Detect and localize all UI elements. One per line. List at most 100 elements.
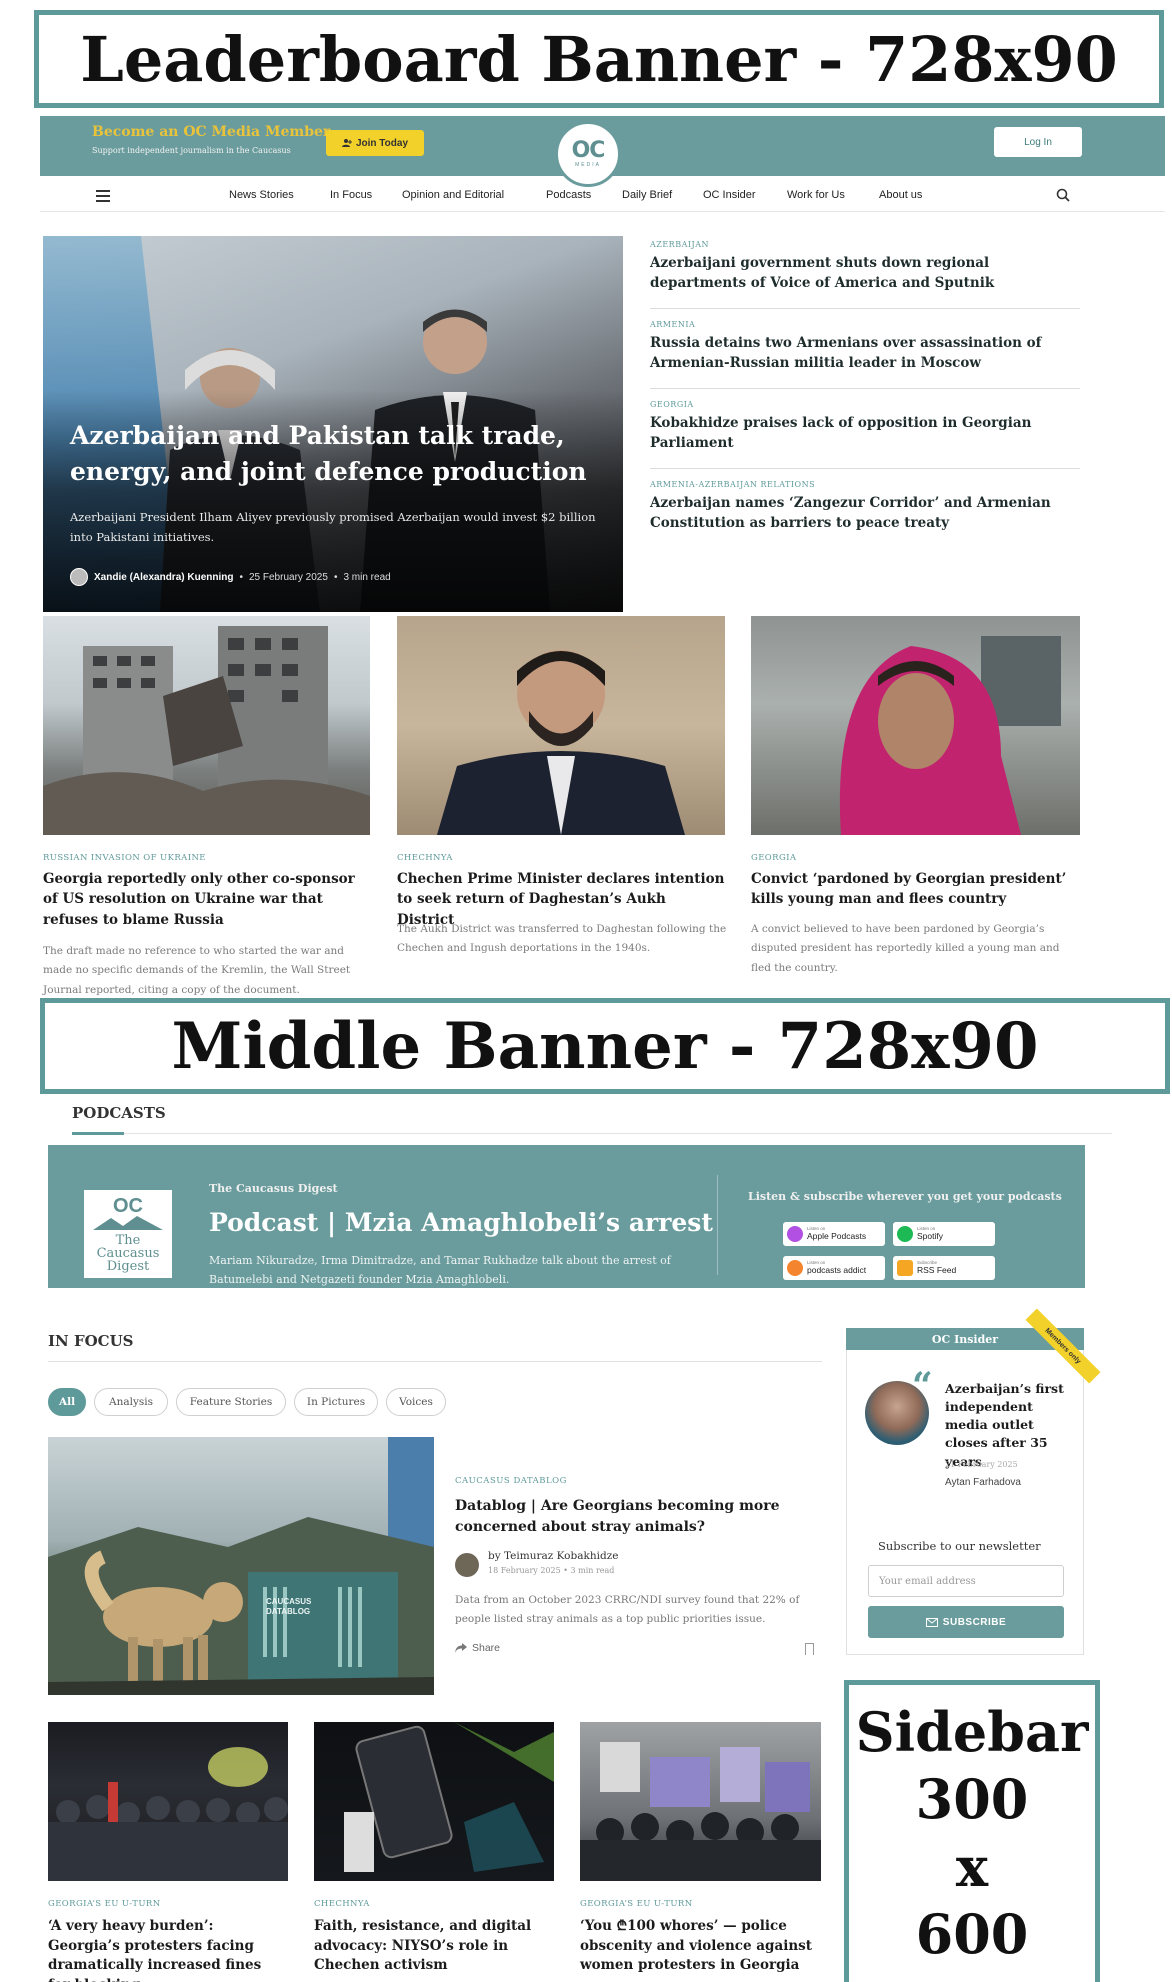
hamburger-menu-icon[interactable] <box>96 190 110 202</box>
crowd-graphic <box>48 1747 288 1881</box>
thumb-image-chechen-pm[interactable] <box>397 616 725 835</box>
search-icon[interactable] <box>1056 188 1070 202</box>
nav-news-stories[interactable]: News Stories <box>229 189 294 201</box>
share-label: Share <box>472 1642 501 1654</box>
in-focus-heading[interactable]: IN FOCUS <box>48 1332 134 1350</box>
bottom-title[interactable]: Faith, resistance, and digital advocacy:… <box>314 1917 552 1976</box>
filter-chip-feature-stories[interactable]: Feature Stories <box>176 1388 286 1416</box>
hero-excerpt: Azerbaijani President Ilham Aliyev previ… <box>70 510 596 545</box>
podcast-description: Mariam Nikuradze, Irma Dimitradze, and T… <box>209 1254 671 1286</box>
insider-article-title[interactable]: Azerbaijan’s first independent media out… <box>945 1380 1075 1471</box>
featured-date: 18 February 2025 <box>488 1566 561 1575</box>
hero-author[interactable]: Xandie (Alexandra) Kuenning <box>94 572 233 583</box>
portrait-graphic <box>839 636 1061 835</box>
filter-chip-all[interactable]: All <box>48 1388 86 1416</box>
featured-title[interactable]: Datablog | Are Georgians becoming more c… <box>455 1496 795 1538</box>
divider <box>650 468 1080 469</box>
insider-date: 21 February 2025 <box>945 1460 1018 1469</box>
login-button[interactable]: Log In <box>994 127 1082 157</box>
cover-show-name: The Caucasus Digest <box>96 1233 160 1274</box>
meta-separator: • <box>239 571 243 583</box>
featured-tag[interactable]: CAUCASUS DATABLOG <box>455 1476 567 1486</box>
spotify-icon <box>897 1226 913 1242</box>
share-icon <box>455 1643 467 1653</box>
image-caption: CAUCASUS DATABLOG <box>266 1597 312 1616</box>
hero-read-time: 3 min read <box>343 571 391 583</box>
thumb-image-bombed-building[interactable] <box>43 616 370 835</box>
side-item-tag[interactable]: ARMENIA <box>650 320 695 329</box>
badge-label: Apple Podcasts <box>807 1230 867 1241</box>
bottom-tag[interactable]: CHECHNYA <box>314 1899 370 1909</box>
leaderboard-ad-placeholder: Leaderboard Banner - 728x90 <box>34 10 1164 108</box>
badge-label: RSS Feed <box>917 1264 957 1275</box>
nav-opinion-editorial[interactable]: Opinion and Editorial <box>402 189 504 201</box>
nav-about-us[interactable]: About us <box>879 189 922 201</box>
bottom-title[interactable]: ‘A very heavy burden’: Georgia’s protest… <box>48 1917 286 1982</box>
podcast-show-name[interactable]: The Caucasus Digest <box>209 1182 338 1195</box>
cover-logo-text: OC <box>113 1195 143 1217</box>
podcast-episode-title[interactable]: Podcast | Mzia Amaghlobeli’s arrest <box>209 1208 713 1237</box>
bottom-image-protesters[interactable] <box>48 1722 288 1881</box>
podcast-listen-text: Listen & subscribe wherever you get your… <box>748 1190 1062 1203</box>
share-button[interactable]: Share <box>455 1642 500 1654</box>
thumb-tag[interactable]: GEORGIA <box>751 853 796 863</box>
featured-author[interactable]: by Teimuraz Kobakhidze <box>488 1550 618 1562</box>
podcasts-heading[interactable]: PODCASTS <box>72 1104 166 1122</box>
divider <box>717 1175 718 1275</box>
side-item-title[interactable]: Azerbaijan names ‘Zangezur Corridor’ and… <box>650 493 1070 534</box>
thumb-tag[interactable]: RUSSIAN INVASION OF UKRAINE <box>43 853 206 863</box>
member-subtitle: Support independent journalism in the Ca… <box>92 146 291 155</box>
bottom-title[interactable]: ‘You ₾100 whores’ — police obscenity and… <box>580 1917 818 1976</box>
podcast-addict-badge[interactable]: Listen on podcasts addict <box>783 1256 885 1280</box>
bookmark-icon[interactable] <box>805 1643 814 1655</box>
bottom-tag[interactable]: GEORGIA’S EU U-TURN <box>580 1899 693 1909</box>
bottom-image-phone[interactable] <box>314 1722 554 1881</box>
insider-author[interactable]: Aytan Farhadova <box>945 1477 1021 1488</box>
side-item-tag[interactable]: GEORGIA <box>650 400 694 409</box>
rss-feed-badge[interactable]: Subscribe RSS Feed <box>893 1256 995 1280</box>
badge-label: Spotify <box>917 1230 943 1241</box>
side-item-title[interactable]: Kobakhidze praises lack of opposition in… <box>650 413 1070 454</box>
subscribe-label: SUBSCRIBE <box>942 1616 1007 1628</box>
side-item-title[interactable]: Russia detains two Armenians over assass… <box>650 333 1070 374</box>
oc-media-logo[interactable]: OC MEDIA <box>555 121 621 187</box>
divider <box>72 1133 1112 1134</box>
mountain-icon <box>93 1216 163 1230</box>
member-title: Become an OC Media Member <box>92 124 331 140</box>
thumb-image-convict[interactable] <box>751 616 1080 835</box>
sidebar-ad-line: x <box>955 1834 989 1899</box>
thumb-title[interactable]: Georgia reportedly only other co-sponsor… <box>43 869 373 930</box>
thumb-tag[interactable]: CHECHNYA <box>397 853 453 863</box>
featured-image-dog[interactable]: CAUCASUS DATABLOG <box>48 1437 434 1695</box>
nav-podcasts[interactable]: Podcasts <box>546 189 591 201</box>
hero-headline[interactable]: Azerbaijan and Pakistan talk trade, ener… <box>70 418 600 491</box>
nav-work-for-us[interactable]: Work for Us <box>787 189 845 201</box>
bottom-image-women-protest[interactable] <box>580 1722 821 1881</box>
sidebar-ad-line: 300 <box>915 1767 1029 1831</box>
apple-podcasts-badge[interactable]: Listen on Apple Podcasts <box>783 1222 885 1246</box>
side-item-tag[interactable]: AZERBAIJAN <box>650 240 709 249</box>
nav-daily-brief[interactable]: Daily Brief <box>622 189 672 201</box>
dog-scene-graphic <box>48 1437 434 1695</box>
thumb-title[interactable]: Convict ‘pardoned by Georgian president’… <box>751 869 1081 910</box>
newsletter-email-input[interactable] <box>868 1565 1064 1597</box>
side-item-title[interactable]: Azerbaijani government shuts down region… <box>650 253 1070 294</box>
author-avatar <box>455 1553 479 1577</box>
podcast-cover-art[interactable]: OC The Caucasus Digest <box>84 1190 172 1278</box>
main-nav <box>40 180 1165 212</box>
bottom-tag[interactable]: GEORGIA’S EU U-TURN <box>48 1899 161 1909</box>
spotify-badge[interactable]: Listen on Spotify <box>893 1222 995 1246</box>
nav-in-focus[interactable]: In Focus <box>330 189 372 201</box>
side-item-tag[interactable]: ARMENIA-AZERBAIJAN RELATIONS <box>650 480 815 489</box>
quote-icon: “ <box>912 1365 933 1407</box>
subscribe-button[interactable]: SUBSCRIBE <box>868 1606 1064 1638</box>
featured-date-readtime: 18 February 2025 • 3 min read <box>488 1566 615 1575</box>
nav-oc-insider[interactable]: OC Insider <box>703 189 756 201</box>
divider <box>48 1361 822 1362</box>
hero-meta: Xandie (Alexandra) Kuenning • 25 Februar… <box>70 568 391 586</box>
filter-chip-in-pictures[interactable]: In Pictures <box>294 1388 378 1416</box>
join-today-button[interactable]: Join Today <box>326 130 424 156</box>
mail-icon <box>925 1617 938 1627</box>
filter-chip-analysis[interactable]: Analysis <box>94 1388 168 1416</box>
filter-chip-voices[interactable]: Voices <box>386 1388 446 1416</box>
